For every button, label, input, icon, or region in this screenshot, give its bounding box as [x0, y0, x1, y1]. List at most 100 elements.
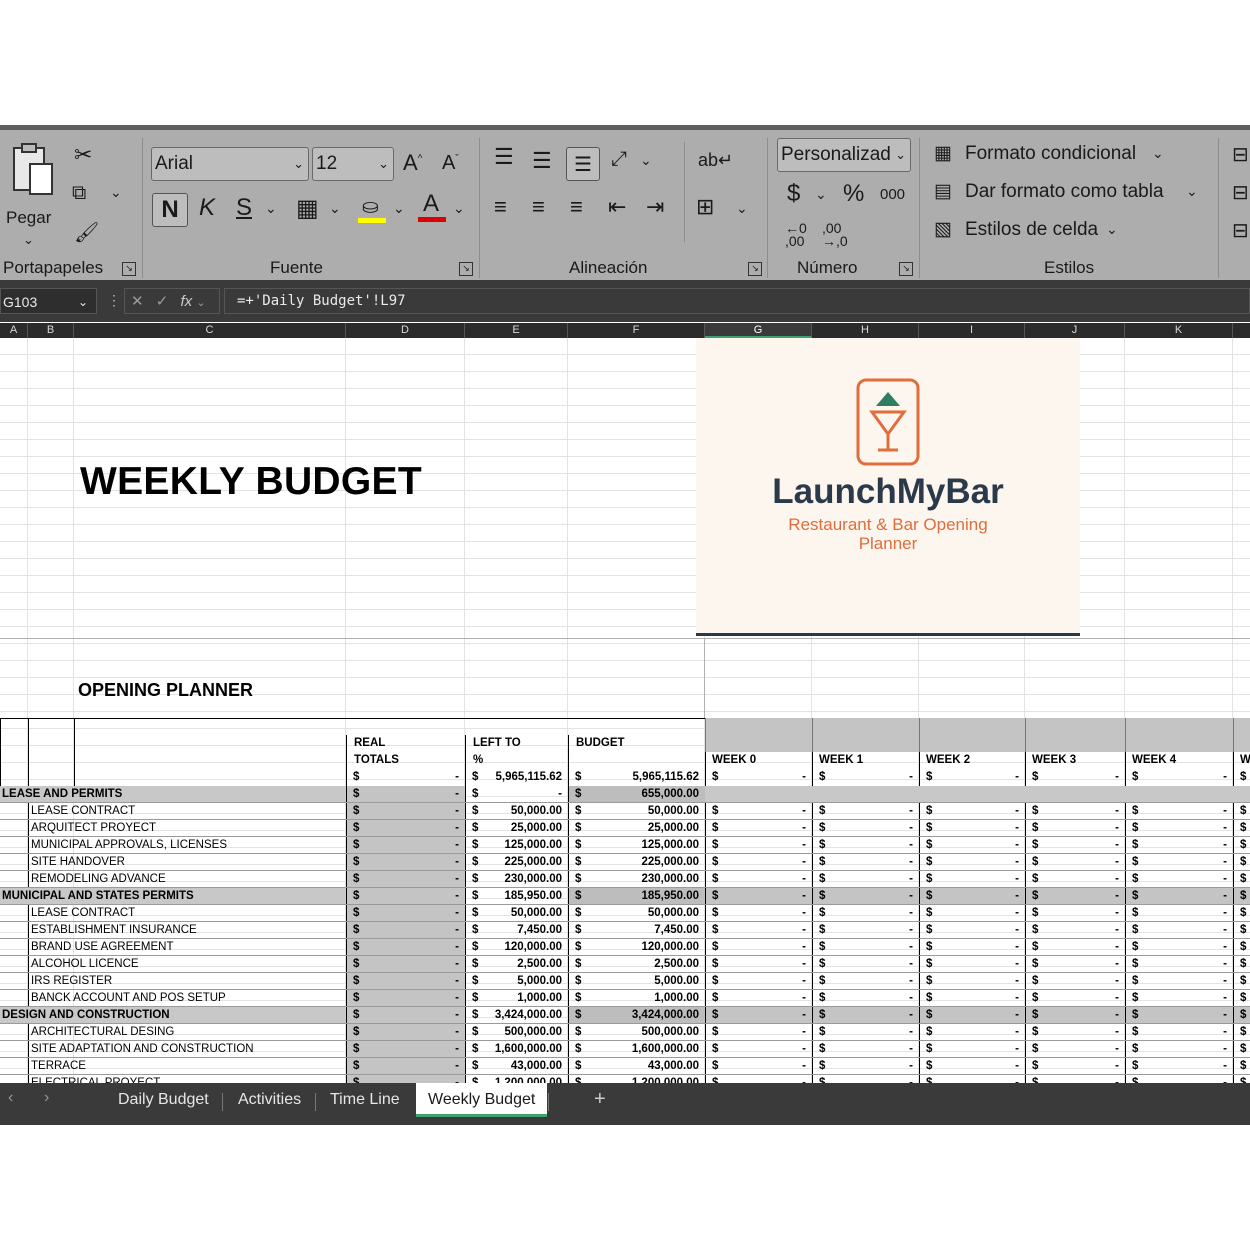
money-cell[interactable]: $7,450.00 — [568, 922, 705, 939]
money-cell[interactable]: $- — [1233, 820, 1250, 837]
money-cell[interactable]: $- — [812, 990, 919, 1007]
money-cell[interactable]: $- — [705, 1058, 812, 1075]
money-cell[interactable]: $- — [1025, 1041, 1125, 1058]
orientation-icon[interactable]: ⤢ — [611, 148, 627, 171]
money-cell[interactable]: $7,450.00 — [465, 922, 568, 939]
money-cell[interactable]: $- — [1025, 888, 1125, 905]
money-cell[interactable]: $43,000.00 — [568, 1058, 705, 1075]
money-cell[interactable]: $50,000.00 — [465, 803, 568, 820]
money-cell[interactable]: $- — [705, 1075, 812, 1083]
money-cell[interactable]: $- — [1233, 990, 1250, 1007]
money-cell[interactable]: $- — [1125, 769, 1233, 786]
money-cell[interactable]: $- — [919, 1075, 1025, 1083]
money-cell[interactable]: $- — [1125, 820, 1233, 837]
money-cell[interactable]: $- — [1125, 956, 1233, 973]
increase-decimal-icon[interactable]: ,00 →,0 — [822, 221, 848, 248]
money-cell[interactable]: $1,200,000.00 — [465, 1075, 568, 1083]
money-cell[interactable]: $- — [1233, 922, 1250, 939]
dialog-launcher-icon[interactable]: ↘ — [459, 262, 473, 276]
money-cell[interactable]: $- — [1025, 871, 1125, 888]
money-cell[interactable]: $- — [1125, 1058, 1233, 1075]
money-cell[interactable]: $- — [1125, 922, 1233, 939]
money-cell[interactable]: $500,000.00 — [465, 1024, 568, 1041]
money-cell[interactable]: $- — [919, 820, 1025, 837]
thousands-button[interactable]: 000 — [880, 186, 905, 203]
money-cell[interactable]: $- — [1025, 854, 1125, 871]
align-center-icon[interactable]: ≡ — [532, 194, 545, 220]
money-cell[interactable]: $- — [346, 1041, 465, 1058]
money-cell[interactable]: $230,000.00 — [465, 871, 568, 888]
line-item-label[interactable]: BANCK ACCOUNT AND POS SETUP — [28, 990, 346, 1007]
merge-center-icon[interactable]: ⊞ — [696, 194, 714, 220]
money-cell[interactable]: $- — [812, 939, 919, 956]
money-cell[interactable]: $- — [1025, 1007, 1125, 1024]
column-header[interactable]: I — [919, 323, 1025, 338]
money-cell[interactable]: $230,000.00 — [568, 871, 705, 888]
percent-button[interactable]: % — [843, 180, 864, 208]
money-cell[interactable]: $- — [812, 854, 919, 871]
money-cell[interactable]: $- — [1025, 939, 1125, 956]
money-cell[interactable]: $120,000.00 — [568, 939, 705, 956]
money-cell[interactable]: $- — [1025, 1024, 1125, 1041]
formula-input[interactable]: =+'Daily Budget'!L97 — [224, 288, 1250, 314]
money-cell[interactable]: $- — [1025, 973, 1125, 990]
money-cell[interactable]: $- — [919, 956, 1025, 973]
money-cell[interactable]: $- — [1025, 922, 1125, 939]
money-cell[interactable]: $185,950.00 — [465, 888, 568, 905]
money-cell[interactable]: $- — [1233, 1075, 1250, 1083]
money-cell[interactable]: $- — [1025, 990, 1125, 1007]
line-item-label[interactable]: REMODELING ADVANCE — [28, 871, 346, 888]
money-cell[interactable]: $- — [705, 973, 812, 990]
money-cell[interactable]: $1,600,000.00 — [568, 1041, 705, 1058]
money-cell[interactable]: $- — [705, 854, 812, 871]
line-item-label[interactable]: TERRACE — [28, 1058, 346, 1075]
money-cell[interactable]: $- — [1025, 837, 1125, 854]
dialog-launcher-icon[interactable]: ↘ — [122, 262, 136, 276]
more-options-icon[interactable]: ⋮ — [107, 292, 121, 309]
chevron-down-icon[interactable]: ⌄ — [393, 200, 405, 217]
line-item-label[interactable]: ELECTRICAL PROYECT — [28, 1075, 346, 1083]
money-cell[interactable]: $- — [1125, 990, 1233, 1007]
currency-button[interactable]: $ — [787, 180, 800, 208]
money-cell[interactable]: $- — [346, 888, 465, 905]
money-cell[interactable]: $50,000.00 — [465, 905, 568, 922]
money-cell[interactable]: $125,000.00 — [568, 837, 705, 854]
money-cell[interactable]: $- — [346, 786, 465, 803]
money-cell[interactable]: $- — [919, 888, 1025, 905]
money-cell[interactable]: $- — [1125, 1075, 1233, 1083]
money-cell[interactable]: $- — [465, 786, 568, 803]
money-cell[interactable]: $- — [1233, 973, 1250, 990]
money-cell[interactable]: $- — [1125, 803, 1233, 820]
money-cell[interactable]: $- — [919, 922, 1025, 939]
enter-icon[interactable]: ✓ — [156, 293, 169, 310]
money-cell[interactable]: $- — [346, 1007, 465, 1024]
money-cell[interactable]: $- — [1233, 956, 1250, 973]
align-bottom-icon[interactable]: ☰ — [566, 147, 600, 181]
chevron-down-icon[interactable]: ⌄ — [110, 184, 122, 201]
paste-button[interactable]: Pegar ⌄ — [6, 140, 58, 250]
copy-icon[interactable]: ⧉ — [72, 182, 86, 205]
money-cell[interactable]: $- — [346, 854, 465, 871]
wrap-text-icon[interactable]: ab↵ — [698, 150, 733, 171]
money-cell[interactable]: $- — [919, 905, 1025, 922]
align-middle-icon[interactable]: ☰ — [532, 148, 552, 174]
money-cell[interactable]: $- — [812, 803, 919, 820]
money-cell[interactable]: $- — [705, 803, 812, 820]
delete-cells-icon[interactable]: ⊟ — [1232, 180, 1249, 205]
money-cell[interactable]: $- — [1125, 905, 1233, 922]
money-cell[interactable]: $- — [1233, 837, 1250, 854]
money-cell[interactable]: $- — [1233, 939, 1250, 956]
borders-icon[interactable]: ▦ — [296, 194, 319, 223]
scroll-right-icon[interactable]: › — [44, 1089, 49, 1107]
chevron-down-icon[interactable]: ⌄ — [453, 200, 465, 217]
money-cell[interactable]: $- — [812, 1024, 919, 1041]
line-item-label[interactable]: LEASE CONTRACT — [28, 905, 346, 922]
insert-cells-icon[interactable]: ⊟ — [1232, 142, 1249, 167]
line-item-label[interactable]: SITE HANDOVER — [28, 854, 346, 871]
money-cell[interactable]: $- — [346, 905, 465, 922]
money-cell[interactable]: $- — [1125, 837, 1233, 854]
money-cell[interactable]: $- — [705, 922, 812, 939]
worksheet-grid[interactable]: WEEKLY BUDGET LaunchMyBar Restaurant & B… — [0, 338, 1250, 1083]
money-cell[interactable]: $- — [812, 820, 919, 837]
money-cell[interactable]: $- — [1025, 1058, 1125, 1075]
